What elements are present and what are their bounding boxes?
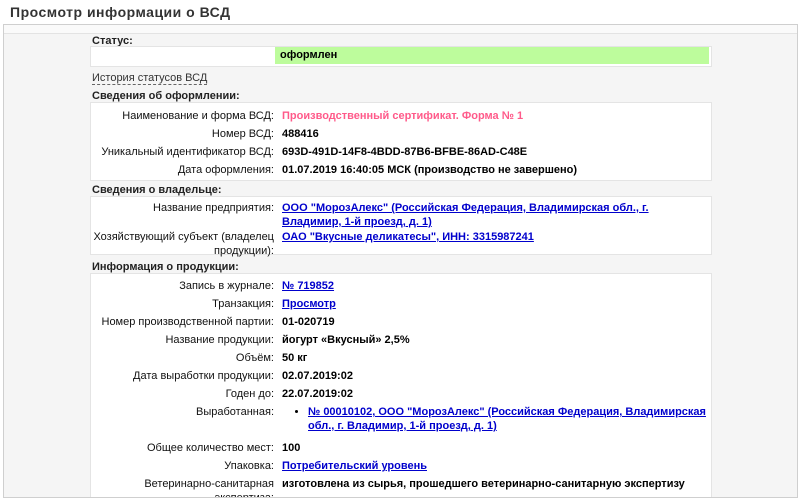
business-entity-value: ОАО "Вкусные деликатесы", ИНН: 331598724… <box>282 230 707 244</box>
produced-by-list: № 00010102, ООО "МорозАлекс" (Российская… <box>282 405 707 433</box>
business-entity-label: Хозяйствующий субъект (владелец продукци… <box>93 231 274 257</box>
volume-label: Объём: <box>235 352 274 364</box>
vsd-number-label: Номер ВСД: <box>211 128 274 140</box>
production-date-value: 02.07.2019:02 <box>282 370 353 382</box>
owner-section-header: Сведения о владельце: <box>92 184 222 196</box>
vsd-number-value: 488416 <box>282 128 319 140</box>
batch-number-label: Номер производственной партии: <box>101 316 275 328</box>
total-places-label: Общее количество мест: <box>146 442 274 454</box>
expiry-date-label: Годен до: <box>225 388 274 400</box>
vet-expertise-label: Ветеринарно-санитарная экспертиза: <box>144 478 274 498</box>
total-places-value: 100 <box>282 442 301 454</box>
enterprise-value: ООО "МорозАлекс" (Российская Федерация, … <box>282 201 707 229</box>
producer-link[interactable]: № 00010102, ООО "МорозАлекс" (Российская… <box>308 406 706 432</box>
vsd-info-panel: Статус: оформлен История статусов ВСД Св… <box>3 24 798 498</box>
form-name-value: Производственный сертификат. Форма № 1 <box>282 110 524 122</box>
volume-value: 50 кг <box>282 352 308 364</box>
product-name-label: Название продукции: <box>165 334 274 346</box>
registration-section-header: Сведения об оформлении: <box>92 90 240 102</box>
uuid-value: 693D-491D-14F8-4BDD-87B6-BFBE-86AD-C48E <box>282 146 528 158</box>
uuid-label: Уникальный идентификатор ВСД: <box>101 146 274 158</box>
transaction-value: Просмотр <box>282 297 707 311</box>
packaging-link[interactable]: Потребительский уровень <box>282 460 427 472</box>
enterprise-label: Название предприятия: <box>153 202 274 214</box>
issue-date-value: 01.07.2019 16:40:05 МСК (производство не… <box>282 164 578 176</box>
panel-top-strip <box>4 25 797 34</box>
expiry-date-value: 22.07.2019:02 <box>282 388 353 400</box>
packaging-value: Потребительский уровень <box>282 459 707 473</box>
list-item: № 00010102, ООО "МорозАлекс" (Российская… <box>308 405 707 433</box>
journal-entry-label: Запись в журнале: <box>179 280 274 292</box>
form-name-label: Наименование и форма ВСД: <box>122 110 274 122</box>
transaction-link[interactable]: Просмотр <box>282 298 336 310</box>
product-name-value: йогурт «Вкусный» 2,5% <box>282 334 410 346</box>
business-entity-link[interactable]: ОАО "Вкусные деликатесы", ИНН: 331598724… <box>282 231 534 243</box>
produced-by-value: № 00010102, ООО "МорозАлекс" (Российская… <box>282 405 707 433</box>
issue-date-label: Дата оформления: <box>177 164 274 176</box>
enterprise-link[interactable]: ООО "МорозАлекс" (Российская Федерация, … <box>282 202 649 228</box>
status-history-link[interactable]: История статусов ВСД <box>92 72 208 85</box>
batch-number-value: 01-020719 <box>282 316 335 328</box>
production-date-label: Дата выработки продукции: <box>133 370 274 382</box>
transaction-label: Транзакция: <box>212 298 274 310</box>
journal-entry-value: № 719852 <box>282 279 707 293</box>
produced-by-label: Выработанная: <box>196 406 274 418</box>
product-section-header: Информация о продукции: <box>92 261 239 273</box>
page-title: Просмотр информации о ВСД <box>10 4 231 20</box>
status-history: История статусов ВСД <box>92 72 208 85</box>
packaging-label: Упаковка: <box>224 460 274 472</box>
status-badge: оформлен <box>275 47 709 64</box>
vet-expertise-value: изготовлена из сырья, прошедшего ветерин… <box>282 478 685 490</box>
journal-entry-link[interactable]: № 719852 <box>282 280 334 292</box>
